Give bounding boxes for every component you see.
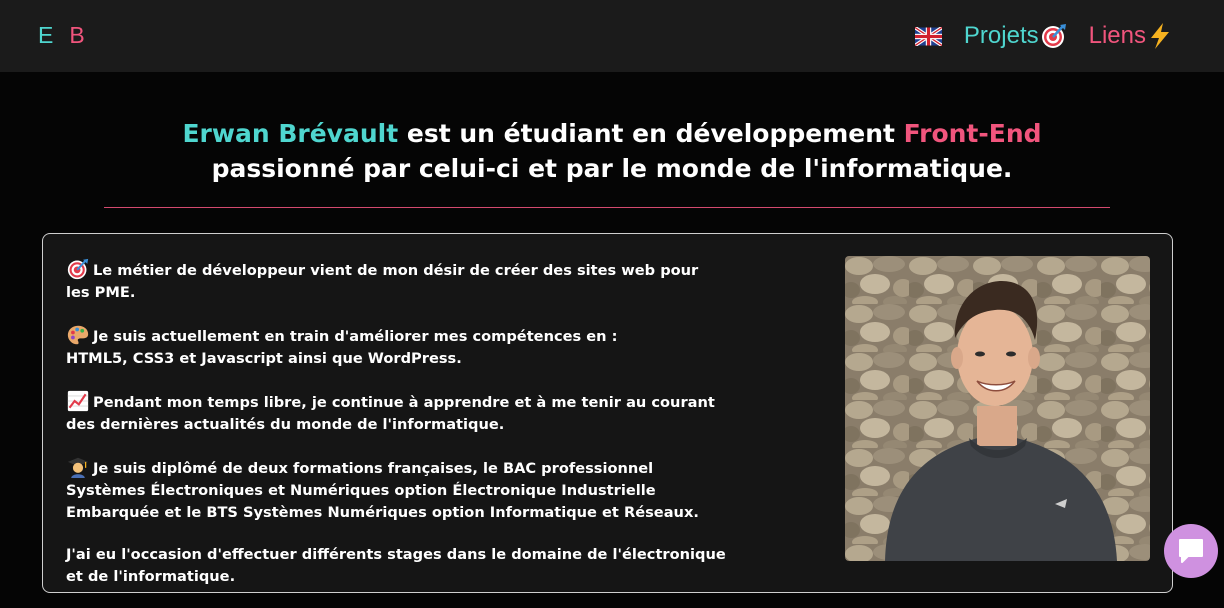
target-icon: [67, 258, 89, 280]
profile-photo: [845, 256, 1150, 561]
hero-line-2: passionné par celui-ci et par le monde d…: [211, 154, 1013, 183]
about-paragraph: Je suis actuellement en train d'améliore…: [66, 324, 726, 370]
nav-links-link[interactable]: Liens: [1089, 22, 1172, 50]
about-card: Le métier de développeur vient de mon dé…: [42, 233, 1173, 593]
logo-initial-e: E: [38, 22, 54, 48]
uk-flag-icon[interactable]: [914, 26, 942, 46]
about-paragraph-text: HTML5, CSS3 et Javascript ainsi que Word…: [66, 350, 462, 367]
chat-button[interactable]: [1164, 524, 1218, 578]
about-paragraph-text: J'ai eu l'occasion d'effectuer différent…: [66, 546, 726, 585]
hero-highlight: Front-End: [903, 119, 1042, 148]
nav-projects-label: Projets: [963, 22, 1039, 49]
about-paragraph-text: Pendant mon temps libre, je continue à a…: [66, 394, 715, 433]
nav-links-label: Liens: [1088, 22, 1146, 49]
nav-menu: Projets Liens: [914, 20, 1172, 52]
chat-bubble-icon: [1179, 539, 1203, 563]
target-icon: [1041, 24, 1066, 48]
about-paragraph-text: Le métier de développeur vient de mon dé…: [66, 262, 699, 301]
logo-initial-b: B: [69, 22, 85, 48]
hero-intro: Erwan Brévault est un étudiant en dévelo…: [0, 116, 1224, 186]
section-divider: [104, 207, 1110, 208]
lightning-icon: [1151, 23, 1169, 49]
chart-up-icon: [67, 390, 89, 412]
hero-line-1: Erwan Brévault est un étudiant en dévelo…: [0, 116, 1224, 151]
about-paragraph: Je suis diplômé de deux formations franç…: [66, 456, 726, 524]
about-paragraph-text: Je suis actuellement en train d'améliore…: [93, 328, 618, 345]
about-paragraph-text: Je suis diplômé de deux formations franç…: [66, 460, 699, 521]
about-paragraph: Pendant mon temps libre, je continue à a…: [66, 390, 726, 436]
about-paragraph: J'ai eu l'occasion d'effectuer différent…: [66, 544, 726, 588]
graduate-icon: [67, 457, 89, 478]
hero-name: Erwan Brévault: [182, 119, 399, 148]
nav-projects-link[interactable]: Projets: [964, 22, 1067, 50]
site-logo[interactable]: EB: [38, 22, 85, 49]
about-paragraph: Le métier de développeur vient de mon dé…: [66, 258, 726, 304]
navbar: EB Projets Liens: [0, 0, 1224, 72]
palette-icon: [67, 325, 89, 345]
hero-middle-text: est un étudiant en développement: [398, 119, 904, 148]
about-text: Le métier de développeur vient de mon dé…: [66, 258, 726, 608]
